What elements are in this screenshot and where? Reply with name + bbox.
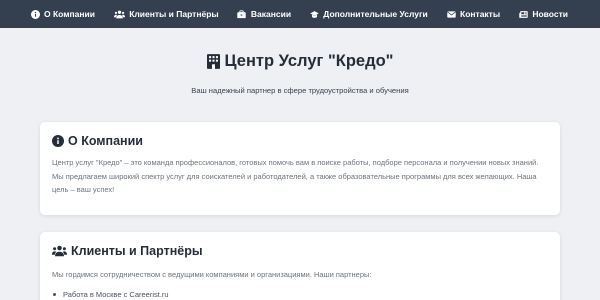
nav-item-label: Дополнительные Услуги <box>323 9 428 19</box>
clients-heading: Клиенты и Партнёры <box>52 244 203 258</box>
nav-item-about[interactable]: О Компании <box>30 9 95 19</box>
page-subtitle: Ваш надежный партнер в сфере трудоустрой… <box>191 86 409 95</box>
users-icon <box>113 9 125 19</box>
nav-item-clients[interactable]: Клиенты и Партнёры <box>113 9 219 19</box>
about-section: О Компании Центр услуг "Кредо" – это ком… <box>40 122 560 215</box>
nav-item-vacancies[interactable]: Вакансии <box>237 9 291 19</box>
list-item: Работа в Москве с Careerist.ru <box>52 288 532 300</box>
info-circle-icon <box>30 9 40 19</box>
nav-item-news[interactable]: Новости <box>518 9 568 19</box>
partner-link[interactable]: Работа в Москве с Careerist.ru <box>63 290 169 299</box>
page-title-text: Центр Услуг "Кредо" <box>224 52 394 70</box>
info-circle-icon <box>52 135 64 147</box>
graduation-cap-icon <box>309 9 319 19</box>
clients-section: Клиенты и Партнёры Мы гордимся сотруднич… <box>40 232 560 300</box>
about-heading-text: О Компании <box>68 134 143 148</box>
clients-text: Мы гордимся сотрудничеством с ведущими к… <box>52 270 372 279</box>
users-icon <box>52 245 67 257</box>
nav-item-label: Вакансии <box>250 9 292 19</box>
top-navigation: О Компании Клиенты и Партнёры Вакансии Д… <box>0 0 600 28</box>
about-text: Центр услуг "Кредо" – это команда профес… <box>52 158 539 194</box>
newspaper-icon <box>518 9 528 19</box>
nav-item-label: О Компании <box>44 9 95 19</box>
nav-item-services[interactable]: Дополнительные Услуги <box>309 9 428 19</box>
envelope-icon <box>446 9 456 19</box>
briefcase-icon <box>237 9 247 19</box>
nav-item-contacts[interactable]: Контакты <box>446 9 500 19</box>
page-title: Центр Услуг "Кредо" <box>0 52 600 71</box>
nav-item-label: Контакты <box>460 9 501 19</box>
partners-list: Работа в Москве с Careerist.ru <box>52 288 532 300</box>
clients-heading-text: Клиенты и Партнёры <box>71 244 203 258</box>
about-heading: О Компании <box>52 134 143 148</box>
nav-item-label: Клиенты и Партнёры <box>129 9 219 19</box>
building-icon <box>206 54 220 69</box>
nav-item-label: Новости <box>532 9 568 19</box>
